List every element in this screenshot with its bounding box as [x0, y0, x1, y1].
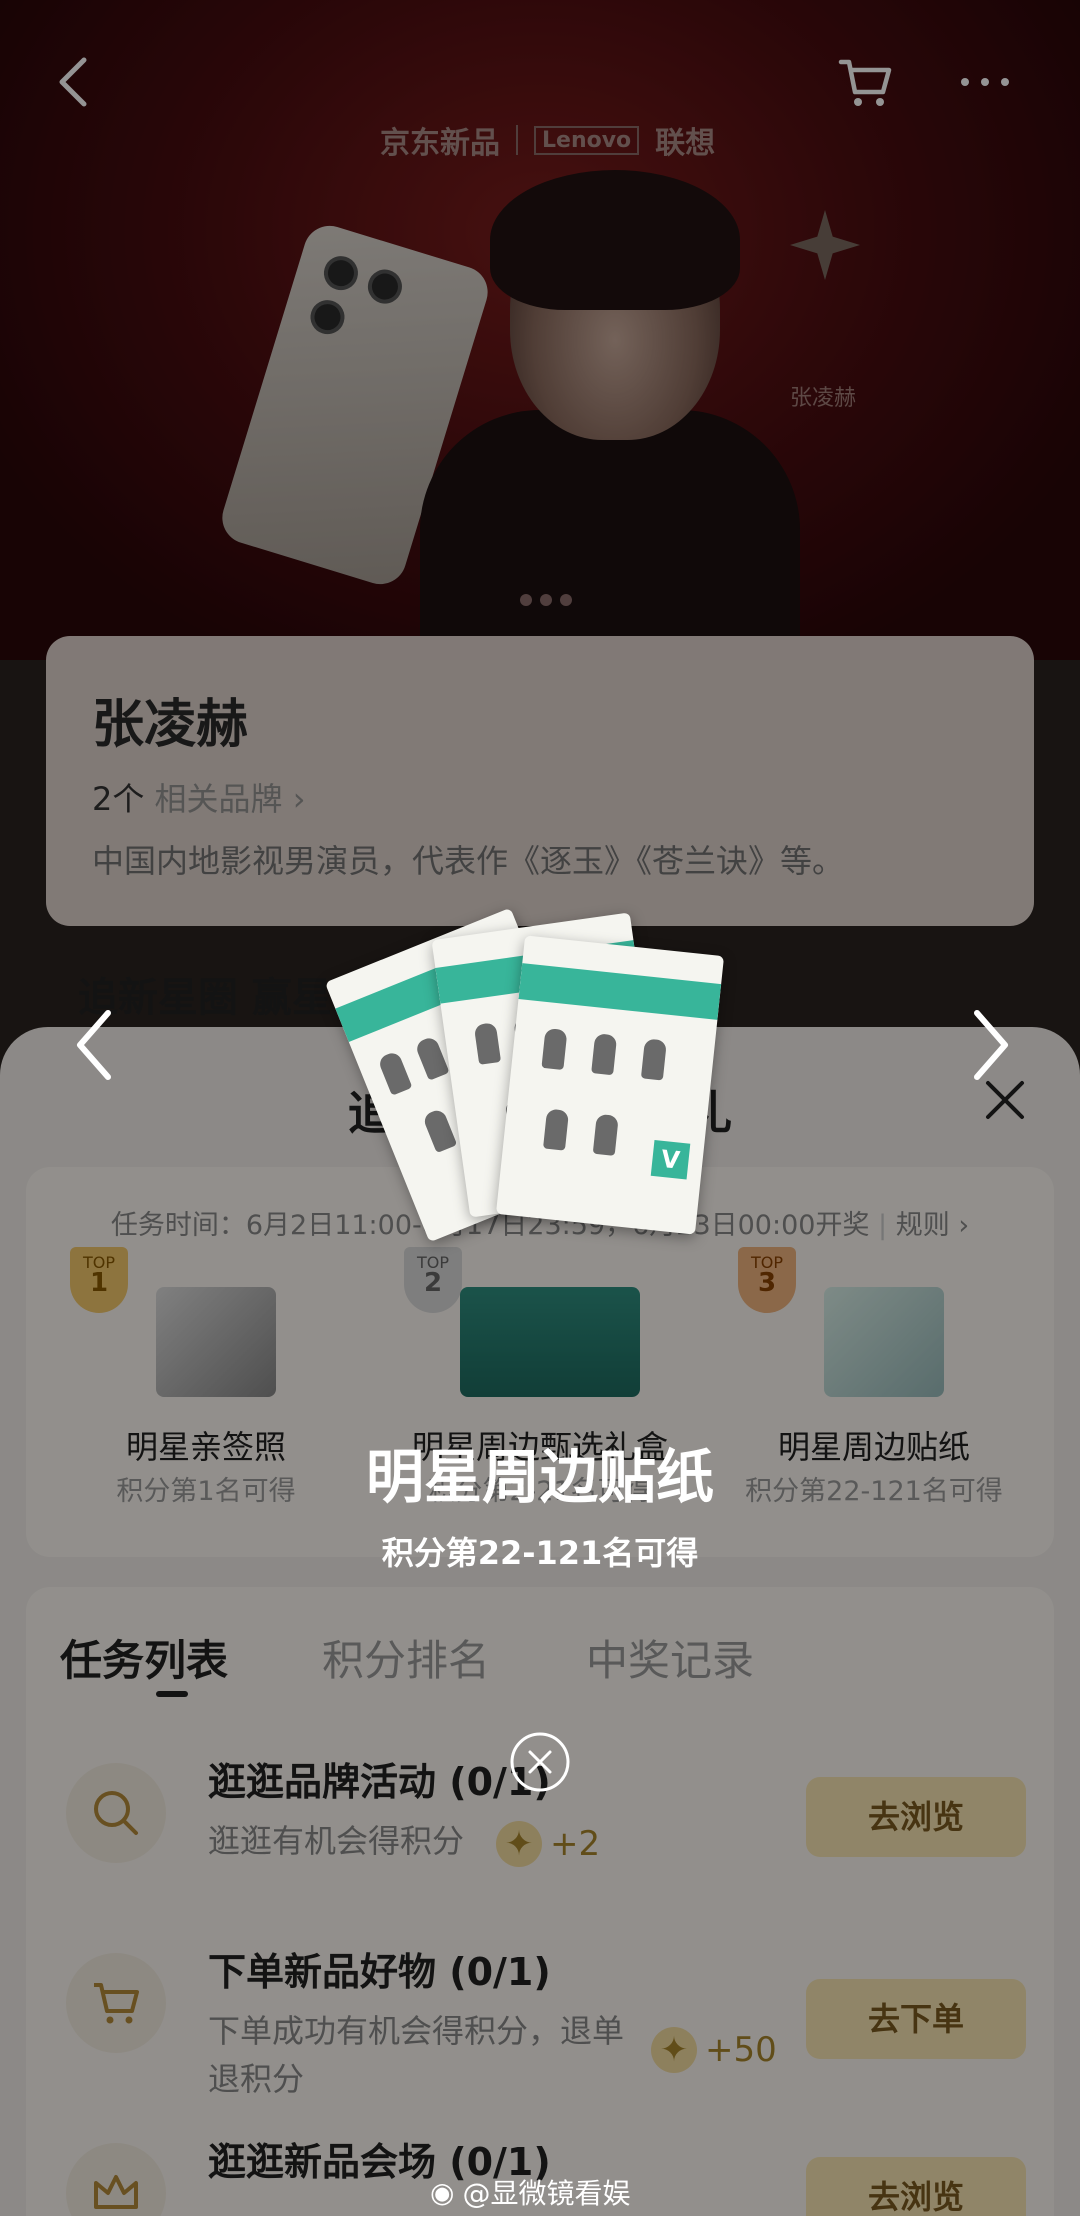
v-logo-icon: V	[650, 1139, 691, 1180]
next-arrow-icon[interactable]	[965, 1005, 1015, 1085]
watermark: ◉ @显微镜看娱	[430, 2175, 631, 2211]
sticker-prize-image: V	[324, 895, 725, 1243]
previous-arrow-icon[interactable]	[70, 1005, 120, 1085]
modal-subtitle: 积分第22-121名可得	[381, 1534, 699, 1572]
sticker-banner	[518, 963, 722, 1020]
sticker-sheet: V	[495, 935, 725, 1235]
modal-title: 明星周边贴纸	[365, 1443, 714, 1511]
modal-close-icon[interactable]	[508, 1730, 572, 1794]
weibo-icon: ◉	[430, 2175, 455, 2209]
